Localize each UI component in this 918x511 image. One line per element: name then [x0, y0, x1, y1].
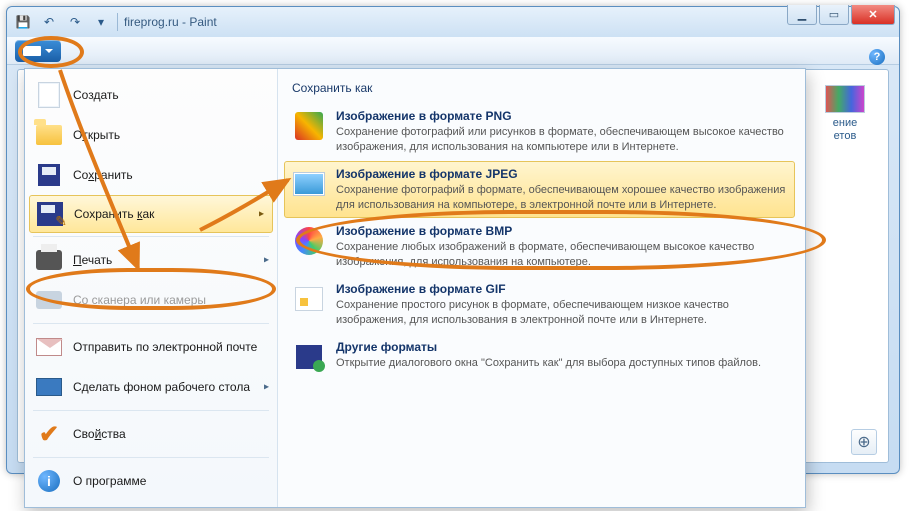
- save-as-icon: [36, 200, 64, 228]
- checkmark-icon: ✔: [35, 420, 63, 448]
- menu-item-label: Сделать фоном рабочего стола: [73, 380, 250, 394]
- menu-item-print[interactable]: Печать ▸: [25, 240, 277, 280]
- colors-label-line1: ение: [819, 117, 871, 130]
- submenu-arrow-icon: ▸: [264, 255, 269, 266]
- submenu-arrow-icon: ▸: [264, 382, 269, 393]
- qat-undo-icon[interactable]: ↶: [39, 12, 59, 32]
- file-menu-icon: [23, 46, 41, 56]
- qat-customize-icon[interactable]: ▾: [91, 12, 111, 32]
- colors-label-line2: етов: [819, 130, 871, 143]
- separator: [33, 323, 269, 324]
- separator: [117, 13, 118, 31]
- save-icon: [35, 161, 63, 189]
- separator: [33, 236, 269, 237]
- desktop-icon: [35, 373, 63, 401]
- submenu-item-title: Изображение в формате PNG: [336, 109, 787, 123]
- other-formats-icon: [292, 340, 326, 374]
- submenu-item-title: Другие форматы: [336, 340, 761, 354]
- titlebar: 💾 ↶ ↷ ▾ fireprog.ru - Paint ▁ ▭ ✕: [7, 7, 899, 37]
- separator: [33, 410, 269, 411]
- submenu-arrow-icon: ▸: [259, 209, 264, 220]
- folder-open-icon: [35, 121, 63, 149]
- menu-item-set-desktop[interactable]: Сделать фоном рабочего стола ▸: [25, 367, 277, 407]
- bmp-format-icon: [292, 224, 326, 258]
- chevron-down-icon: [45, 49, 53, 53]
- printer-icon: [35, 246, 63, 274]
- submenu-item-title: Изображение в формате JPEG: [336, 167, 787, 181]
- submenu-item-other[interactable]: Другие форматы Открытие диалогового окна…: [284, 334, 795, 380]
- submenu-title: Сохранить как: [284, 77, 795, 103]
- submenu-item-desc: Сохранение любых изображений в формате, …: [336, 240, 787, 270]
- menu-item-label: О программе: [73, 474, 146, 488]
- submenu-item-desc: Сохранение фотографий или рисунков в фор…: [336, 125, 787, 155]
- submenu-item-gif[interactable]: Изображение в формате GIF Сохранение про…: [284, 276, 795, 334]
- separator: [33, 457, 269, 458]
- color-spectrum-icon: [825, 85, 865, 113]
- menu-item-label: Печать: [73, 253, 112, 267]
- submenu-item-desc: Сохранение простого рисунок в формате, о…: [336, 298, 787, 328]
- menu-item-label: Свойства: [73, 427, 126, 441]
- submenu-item-desc: Сохранение фотографий в формате, обеспеч…: [336, 183, 787, 213]
- menu-item-label: Сохранить как: [74, 207, 154, 221]
- submenu-item-title: Изображение в формате BMP: [336, 224, 787, 238]
- menu-item-save-as[interactable]: Сохранить как ▸: [29, 195, 273, 233]
- submenu-item-jpeg[interactable]: Изображение в формате JPEG Сохранение фо…: [284, 161, 795, 219]
- window-controls: ▁ ▭ ✕: [785, 5, 895, 25]
- menu-item-label: Отправить по электронной почте: [73, 340, 257, 354]
- gif-format-icon: [292, 282, 326, 316]
- submenu-item-desc: Открытие диалогового окна "Сохранить как…: [336, 356, 761, 371]
- menu-item-properties[interactable]: ✔ Свойства: [25, 414, 277, 454]
- menu-item-scanner: Со сканера или камеры: [25, 280, 277, 320]
- help-icon[interactable]: ?: [869, 49, 885, 65]
- jpeg-format-icon: [292, 167, 326, 201]
- maximize-button[interactable]: ▭: [819, 5, 849, 25]
- submenu-item-png[interactable]: Изображение в формате PNG Сохранение фот…: [284, 103, 795, 161]
- menu-item-email[interactable]: Отправить по электронной почте: [25, 327, 277, 367]
- window-title: fireprog.ru - Paint: [124, 15, 217, 29]
- edit-colors-fragment[interactable]: ение етов: [819, 85, 871, 143]
- menu-item-open[interactable]: Открыть: [25, 115, 277, 155]
- info-icon: i: [35, 467, 63, 495]
- submenu-item-title: Изображение в формате GIF: [336, 282, 787, 296]
- file-menu-panel: Создать Открыть Сохранить Сохранить как …: [24, 68, 806, 508]
- qat-save-icon[interactable]: 💾: [13, 12, 33, 32]
- save-as-submenu: Сохранить как Изображение в формате PNG …: [277, 69, 805, 507]
- minimize-button[interactable]: ▁: [787, 5, 817, 25]
- menu-item-label: Сохранить: [73, 168, 133, 182]
- menu-item-save[interactable]: Сохранить: [25, 155, 277, 195]
- file-menu-list: Создать Открыть Сохранить Сохранить как …: [25, 69, 277, 507]
- qat-redo-icon[interactable]: ↷: [65, 12, 85, 32]
- submenu-item-bmp[interactable]: Изображение в формате BMP Сохранение люб…: [284, 218, 795, 276]
- menu-item-label: Открыть: [73, 128, 120, 142]
- png-format-icon: [292, 109, 326, 143]
- new-file-icon: [35, 81, 63, 109]
- quick-access-toolbar: 💾 ↶ ↷ ▾: [13, 12, 111, 32]
- envelope-icon: [35, 333, 63, 361]
- menu-item-label: Создать: [73, 88, 119, 102]
- file-menu-button[interactable]: [15, 40, 61, 62]
- close-button[interactable]: ✕: [851, 5, 895, 25]
- menu-item-new[interactable]: Создать: [25, 75, 277, 115]
- ribbon-strip: [7, 37, 899, 65]
- scanner-icon: [35, 286, 63, 314]
- menu-item-label: Со сканера или камеры: [73, 293, 206, 307]
- zoom-in-button[interactable]: ⊕: [851, 429, 877, 455]
- menu-item-about[interactable]: i О программе: [25, 461, 277, 501]
